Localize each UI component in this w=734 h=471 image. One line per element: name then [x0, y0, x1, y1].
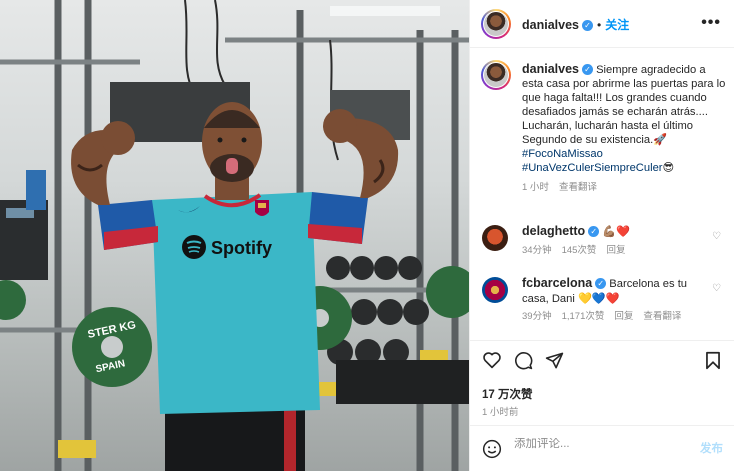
- comment-text: 💪🏽❤️: [602, 226, 631, 238]
- verified-icon: ✓: [581, 64, 593, 75]
- gym-scene: Spotify STER KG SPAIN: [0, 0, 469, 471]
- emoji-icon[interactable]: [482, 439, 502, 464]
- action-bar: [470, 340, 734, 384]
- caption-text-block: danialves ✓ Siempre agradecido a esta cas…: [522, 62, 727, 195]
- reply-button[interactable]: 回复: [614, 311, 633, 322]
- commenter-username[interactable]: fcbarcelona: [522, 276, 592, 290]
- post-photo[interactable]: Spotify STER KG SPAIN: [0, 0, 469, 471]
- post-time-ago: 1 小时前: [482, 407, 519, 418]
- comment-time: 34分钟: [522, 244, 552, 256]
- comment-like-icon[interactable]: ♡: [712, 231, 721, 242]
- commenter-avatar[interactable]: [482, 277, 508, 303]
- share-icon[interactable]: [545, 351, 564, 375]
- comment-body: fcbarcelona ✓ Barcelona es tu casa, Dani …: [522, 276, 707, 325]
- caption-avatar[interactable]: [481, 60, 511, 90]
- post-header: danialves ✓ • 关注 •••: [470, 0, 734, 48]
- comment-time: 39分钟: [522, 311, 552, 322]
- more-options-icon[interactable]: •••: [701, 14, 721, 32]
- comment-icon[interactable]: [514, 351, 533, 375]
- rocket-emoji-icon: 🚀: [653, 134, 668, 146]
- verified-icon: ✓: [595, 278, 607, 289]
- comment-likes[interactable]: 1,171次赞: [562, 311, 605, 322]
- see-translation-link[interactable]: 查看翻译: [559, 182, 597, 193]
- see-translation-link[interactable]: 查看翻译: [643, 311, 681, 322]
- commenter-username[interactable]: delaghetto: [522, 224, 585, 238]
- commenter-avatar[interactable]: [482, 225, 508, 251]
- post-side-panel: danialves ✓ • 关注 ••• danialves ✓ Siempre agr…: [469, 0, 734, 471]
- separator-dot: •: [596, 18, 602, 32]
- add-comment-bar: 发布: [470, 425, 734, 471]
- comment-meta: 39分钟 1,171次赞 回复 查看翻译: [522, 310, 707, 325]
- like-icon[interactable]: [482, 351, 502, 374]
- caption-time: 1 小时: [522, 182, 549, 193]
- sunglasses-emoji-icon: 😎: [662, 162, 675, 174]
- caption-username[interactable]: danialves: [522, 62, 579, 76]
- comment-like-icon[interactable]: ♡: [712, 283, 721, 294]
- comment-meta: 34分钟 145次赞 回复: [522, 244, 707, 259]
- hashtag-link[interactable]: #UnaVezCulerSiempreCuler: [522, 162, 663, 174]
- verified-icon: ✓: [588, 226, 600, 237]
- save-bookmark-icon[interactable]: [705, 351, 721, 375]
- caption-text: Siempre agradecido a esta casa por abrir…: [522, 64, 726, 146]
- hashtag-link[interactable]: #FocoNaMissao: [522, 148, 603, 160]
- reply-button[interactable]: 回复: [606, 245, 625, 256]
- header-user-line: danialves ✓ • 关注: [522, 16, 629, 34]
- author-avatar[interactable]: [481, 9, 511, 39]
- likes-count[interactable]: 17 万次赞: [482, 386, 533, 402]
- comment-likes[interactable]: 145次赞: [562, 245, 597, 256]
- comment-body: delaghetto ✓ 💪🏽❤️ 34分钟 145次赞 回复: [522, 224, 707, 258]
- follow-button[interactable]: 关注: [605, 18, 629, 32]
- verified-icon: ✓: [581, 20, 593, 31]
- post-comment-button[interactable]: 发布: [700, 440, 723, 456]
- author-username[interactable]: danialves: [522, 18, 579, 32]
- comment-input[interactable]: [514, 438, 674, 450]
- caption-meta: 1 小时 查看翻译: [522, 181, 727, 195]
- shirt-brand-text: Spotify: [211, 238, 272, 258]
